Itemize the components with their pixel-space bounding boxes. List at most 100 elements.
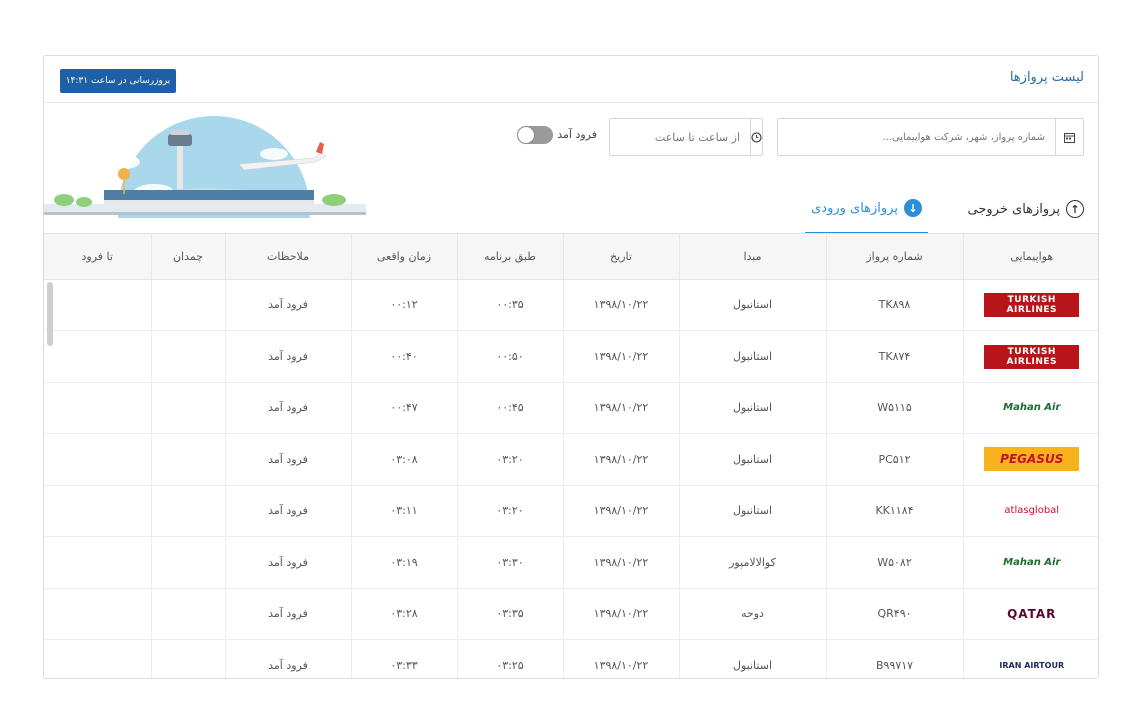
scheduled-cell: ۰۳:۲۰ [456,433,563,486]
status-cell: فرود آمد [224,639,351,678]
actual-cell: ۰۰:۴۷ [350,382,457,434]
tab-outgoing[interactable]: ↑ پروازهای خروجی [968,184,1084,234]
airline-logo-cell: atlasglobal [962,485,1098,537]
baggage-cell [150,485,225,537]
table-row[interactable]: IRAN AIRTOUR B۹۹۷۱۷ استانبول ۱۳۹۸/۱۰/۲۲ ۰۳:۲… [44,639,1098,678]
table-row[interactable]: Mahan Air W۵۰۸۲ کوالالامپور ۱۳۹۸/۱۰/۲۲ ۰۳:۳۰… [44,536,1098,589]
flight-cell: KK۱۱۸۴ [825,485,963,537]
arrow-down-icon: ↓ [904,199,922,217]
card-header: لیست پروازها بروزرسانی در ساعت ۱۴:۳۱ [44,56,1098,103]
flights-card: لیست پروازها بروزرسانی در ساعت ۱۴:۳۱ شما… [43,55,1099,679]
refresh-button[interactable]: بروزرسانی در ساعت ۱۴:۳۱ [60,69,176,93]
tab-outgoing-label: پروازهای خروجی [967,201,1060,217]
origin-cell: استانبول [678,639,826,678]
airline-logo: Mahan Air [1003,556,1061,568]
eta-cell [44,639,151,678]
column-header: هواپیمایی [962,234,1098,280]
flights-table-container[interactable]: هواپیمایی شماره پرواز مبدا تاریخ طبق برنامه ز… [44,233,1098,678]
time-range-field[interactable] [585,118,763,156]
flight-cell: QR۴۹۰ [825,588,963,640]
column-header: ملاحظات [224,234,351,280]
vertical-scrollbar[interactable] [47,282,53,346]
time-range-input[interactable] [585,119,750,155]
eta-cell [44,382,151,434]
table-row[interactable]: TURKISH AIRLINES TK۸۷۴ استانبول ۱۳۹۸/۱۰/۲۲ ۰… [44,330,1098,383]
origin-cell: کوالالامپور [678,536,826,589]
eta-cell [44,433,151,486]
airline-logo-cell: QATAR [962,588,1098,640]
tab-incoming-label: پروازهای ورودی [811,200,898,216]
flight-cell: PC۵۱۲ [825,433,963,486]
airline-logo: Mahan Air [1003,402,1061,414]
scheduled-cell: ۰۰:۵۰ [456,330,563,383]
table-row[interactable]: TURKISH AIRLINES TK۸۹۸ استانبول ۱۳۹۸/۱۰/۲۲ ۰… [44,279,1098,331]
status-cell: فرود آمد [224,485,351,537]
tab-incoming[interactable]: ↓ پروازهای ورودی [805,184,928,234]
status-cell: فرود آمد [224,279,351,331]
scheduled-cell: ۰۰:۴۵ [456,382,563,434]
baggage-cell [150,382,225,434]
actual-cell: ۰۳:۲۸ [350,588,457,640]
date-cell: ۱۳۹۸/۱۰/۲۲ [562,485,679,537]
origin-cell: دوحه [678,588,826,640]
date-cell: ۱۳۹۸/۱۰/۲۲ [562,588,679,640]
baggage-cell [150,536,225,589]
table-row[interactable]: atlasglobal KK۱۱۸۴ استانبول ۱۳۹۸/۱۰/۲۲ ۰۳:۲۰… [44,485,1098,537]
baggage-cell [150,639,225,678]
date-cell: ۱۳۹۸/۱۰/۲۲ [562,382,679,434]
date-cell: ۱۳۹۸/۱۰/۲۲ [562,639,679,678]
eta-cell [44,485,151,537]
search-input[interactable] [778,119,1055,155]
scheduled-cell: ۰۳:۳۰ [456,536,563,589]
flight-cell: W۵۰۸۲ [825,536,963,589]
airline-logo-cell: TURKISH AIRLINES [962,330,1098,383]
airline-logo: QATAR [1007,606,1057,621]
eta-cell [44,536,151,589]
date-cell: ۱۳۹۸/۱۰/۲۲ [562,433,679,486]
actual-cell: ۰۳:۱۱ [350,485,457,537]
flight-cell: TK۸۷۴ [825,330,963,383]
origin-cell: استانبول [678,279,826,331]
column-header: تا فرود [44,234,151,280]
status-cell: فرود آمد [224,382,351,434]
origin-cell: استانبول [678,330,826,383]
column-header: طبق برنامه [456,234,563,280]
airline-logo-cell: TURKISH AIRLINES [962,279,1098,331]
origin-cell: استانبول [678,485,826,537]
search-field[interactable] [777,118,1084,156]
status-cell: فرود آمد [224,536,351,589]
table-row[interactable]: QATAR QR۴۹۰ دوحه ۱۳۹۸/۱۰/۲۲ ۰۳:۳۵ ۰۳:۲۸ فرود آ… [44,588,1098,640]
status-cell: فرود آمد [224,330,351,383]
column-header: چمدان [150,234,225,280]
status-cell: فرود آمد [224,588,351,640]
airline-logo: IRAN AIRTOUR [999,660,1065,670]
origin-cell: استانبول [678,382,826,434]
table-row[interactable]: Mahan Air W۵۱۱۵ استانبول ۱۳۹۸/۱۰/۲۲ ۰۰:۴۵ ۰۰:… [44,382,1098,434]
scheduled-cell: ۰۳:۳۵ [456,588,563,640]
actual-cell: ۰۳:۳۳ [350,639,457,678]
scheduled-cell: ۰۳:۲۵ [456,639,563,678]
date-cell: ۱۳۹۸/۱۰/۲۲ [562,279,679,331]
actual-cell: ۰۳:۰۸ [350,433,457,486]
airline-logo-cell: PEGASUS [962,433,1098,486]
airline-logo: atlasglobal [1004,505,1060,517]
airline-logo: TURKISH AIRLINES [984,344,1080,369]
eta-cell [44,279,151,331]
airline-logo-cell: IRAN AIRTOUR [962,639,1098,678]
baggage-cell [150,279,225,331]
column-header: مبدا [678,234,826,280]
baggage-cell [150,588,225,640]
scheduled-cell: ۰۳:۲۰ [456,485,563,537]
column-header: تاریخ [562,234,679,280]
airline-logo-cell: Mahan Air [962,382,1098,434]
flight-cell: B۹۹۷۱۷ [825,639,963,678]
table-row[interactable]: PEGASUS PC۵۱۲ استانبول ۱۳۹۸/۱۰/۲۲ ۰۳:۲۰ ۰۳:۰۸… [44,433,1098,486]
column-header: شماره پرواز [825,234,963,280]
baggage-cell [150,330,225,383]
landed-toggle[interactable] [517,126,553,144]
column-header: زمان واقعی [350,234,457,280]
date-cell: ۱۳۹۸/۱۰/۲۲ [562,536,679,589]
airport-illustration [44,116,366,218]
scheduled-cell: ۰۰:۳۵ [456,279,563,331]
arrow-up-icon: ↑ [1066,200,1084,218]
